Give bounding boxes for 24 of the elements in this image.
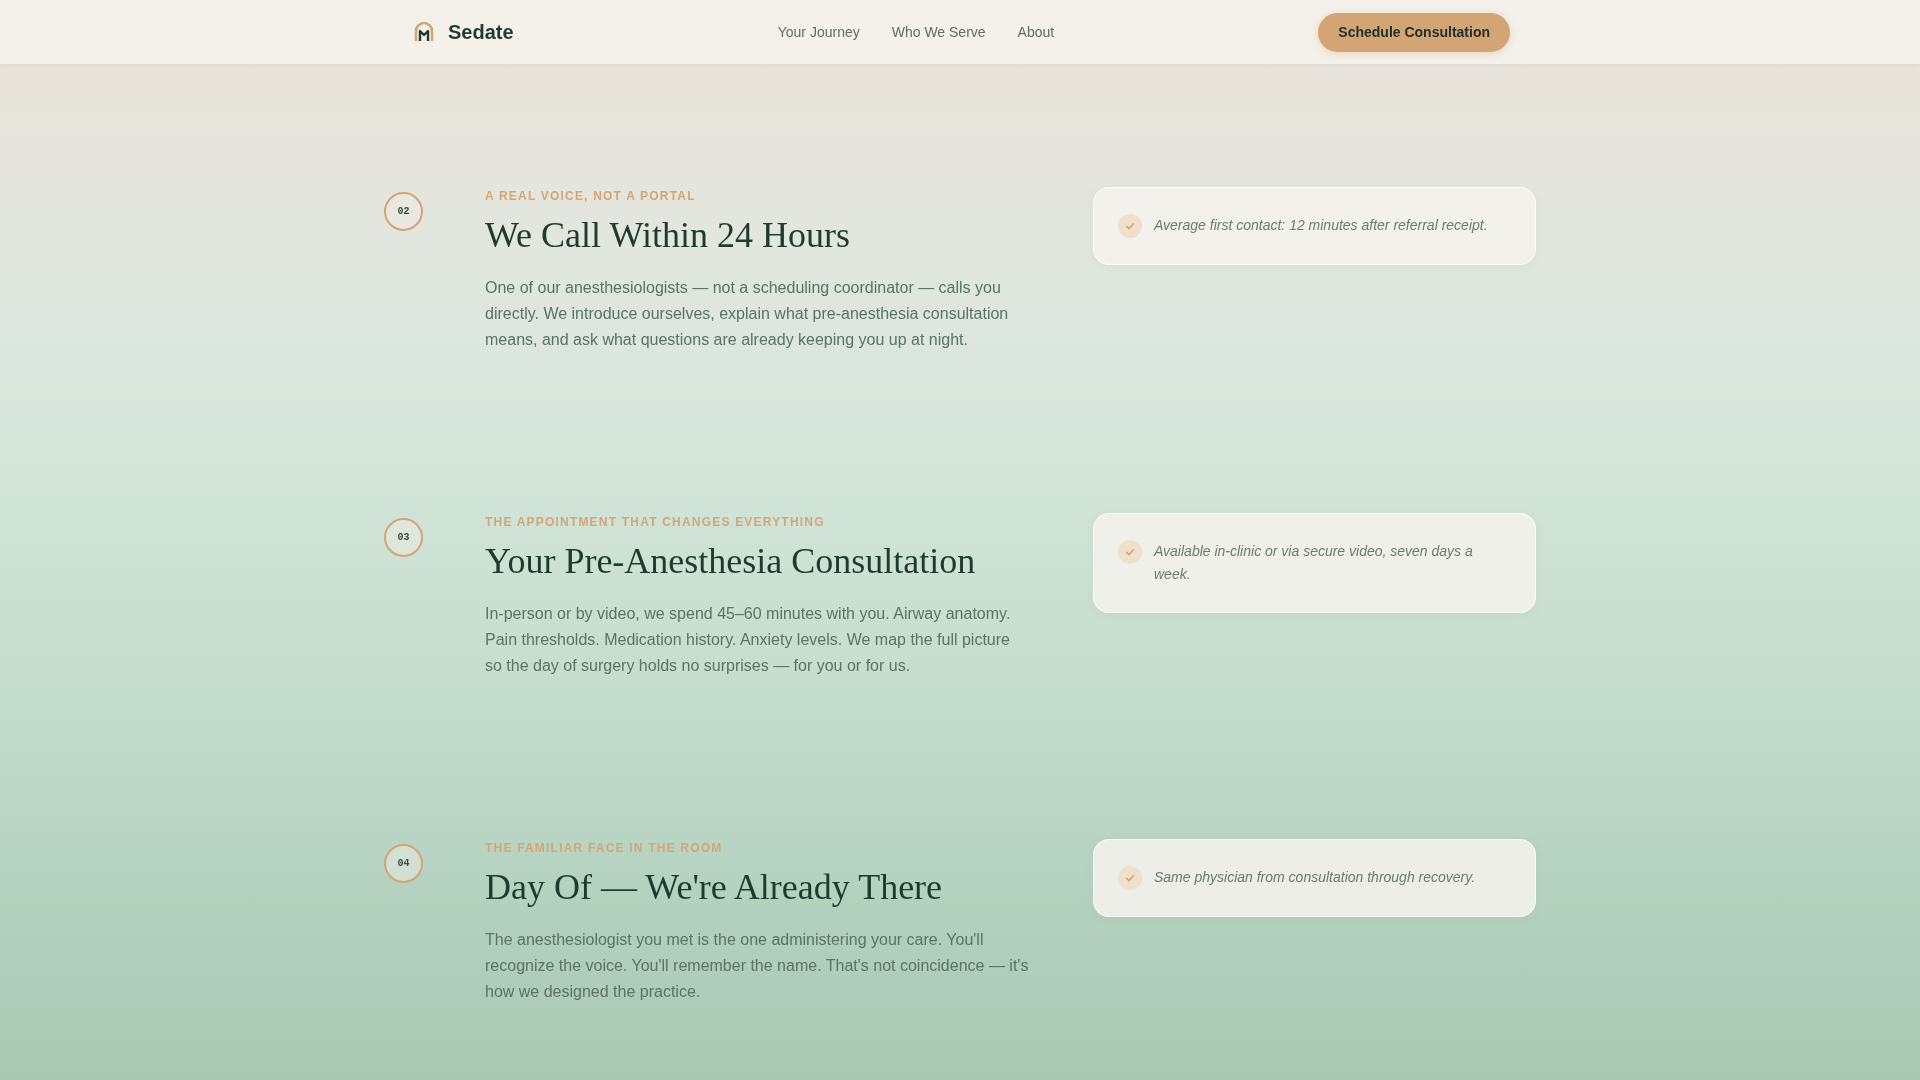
step-title: Day Of — We're Already There	[485, 866, 944, 909]
step-eyebrow: THE FAMILIAR FACE IN THE ROOM	[485, 840, 724, 857]
nav-link[interactable]: Your Journey	[777, 24, 860, 40]
step-description: In-person or by video, we spend 45–60 minutes with you. Airway anatomy. Pain thresholds. Medication history. Anxiety levels. We map the full picture so the day of surgery holds no surprises — for you or for us.	[485, 604, 1012, 676]
step-number: 02	[384, 192, 423, 231]
nav-link[interactable]: About	[1017, 24, 1055, 40]
step-description: One of our anesthesiologists — not a scheduling coordinator — calls you directly. We introduce ourselves, explain what pre-anesthesia consultation means, and ask what questions are already keeping you up at night.	[485, 278, 1010, 350]
step-description: The anesthesiologist you met is the one administering your care. You'll recognize the voice. You'll remember the name. That's not coincidence — it's how we designed the practice.	[485, 930, 1030, 1002]
check-icon	[1118, 214, 1142, 238]
step-eyebrow: A REAL VOICE, NOT A PORTAL	[485, 188, 697, 205]
note-text: Same physician from consultation through recovery.	[1154, 868, 1476, 887]
arch-logo-icon[interactable]	[413, 21, 435, 43]
step-title: We Call Within 24 Hours	[485, 214, 851, 257]
note-text: Average first contact: 12 minutes after referral receipt.	[1154, 216, 1488, 235]
step-number: 03	[384, 518, 423, 557]
nav-link[interactable]: Who We Serve	[891, 24, 986, 40]
brand-name[interactable]: Sedate	[448, 20, 514, 44]
step-title: Your Pre-Anesthesia Consultation	[485, 540, 977, 583]
check-icon	[1118, 540, 1142, 564]
note-text: Available in-clinic or via secure video, seven days a week.	[1154, 542, 1474, 584]
step-eyebrow: THE APPOINTMENT THAT CHANGES EVERYTHING	[485, 514, 826, 531]
schedule-consultation-button[interactable]: Schedule Consultation	[1318, 12, 1510, 52]
step-number: 04	[384, 844, 423, 883]
check-icon	[1118, 866, 1142, 890]
